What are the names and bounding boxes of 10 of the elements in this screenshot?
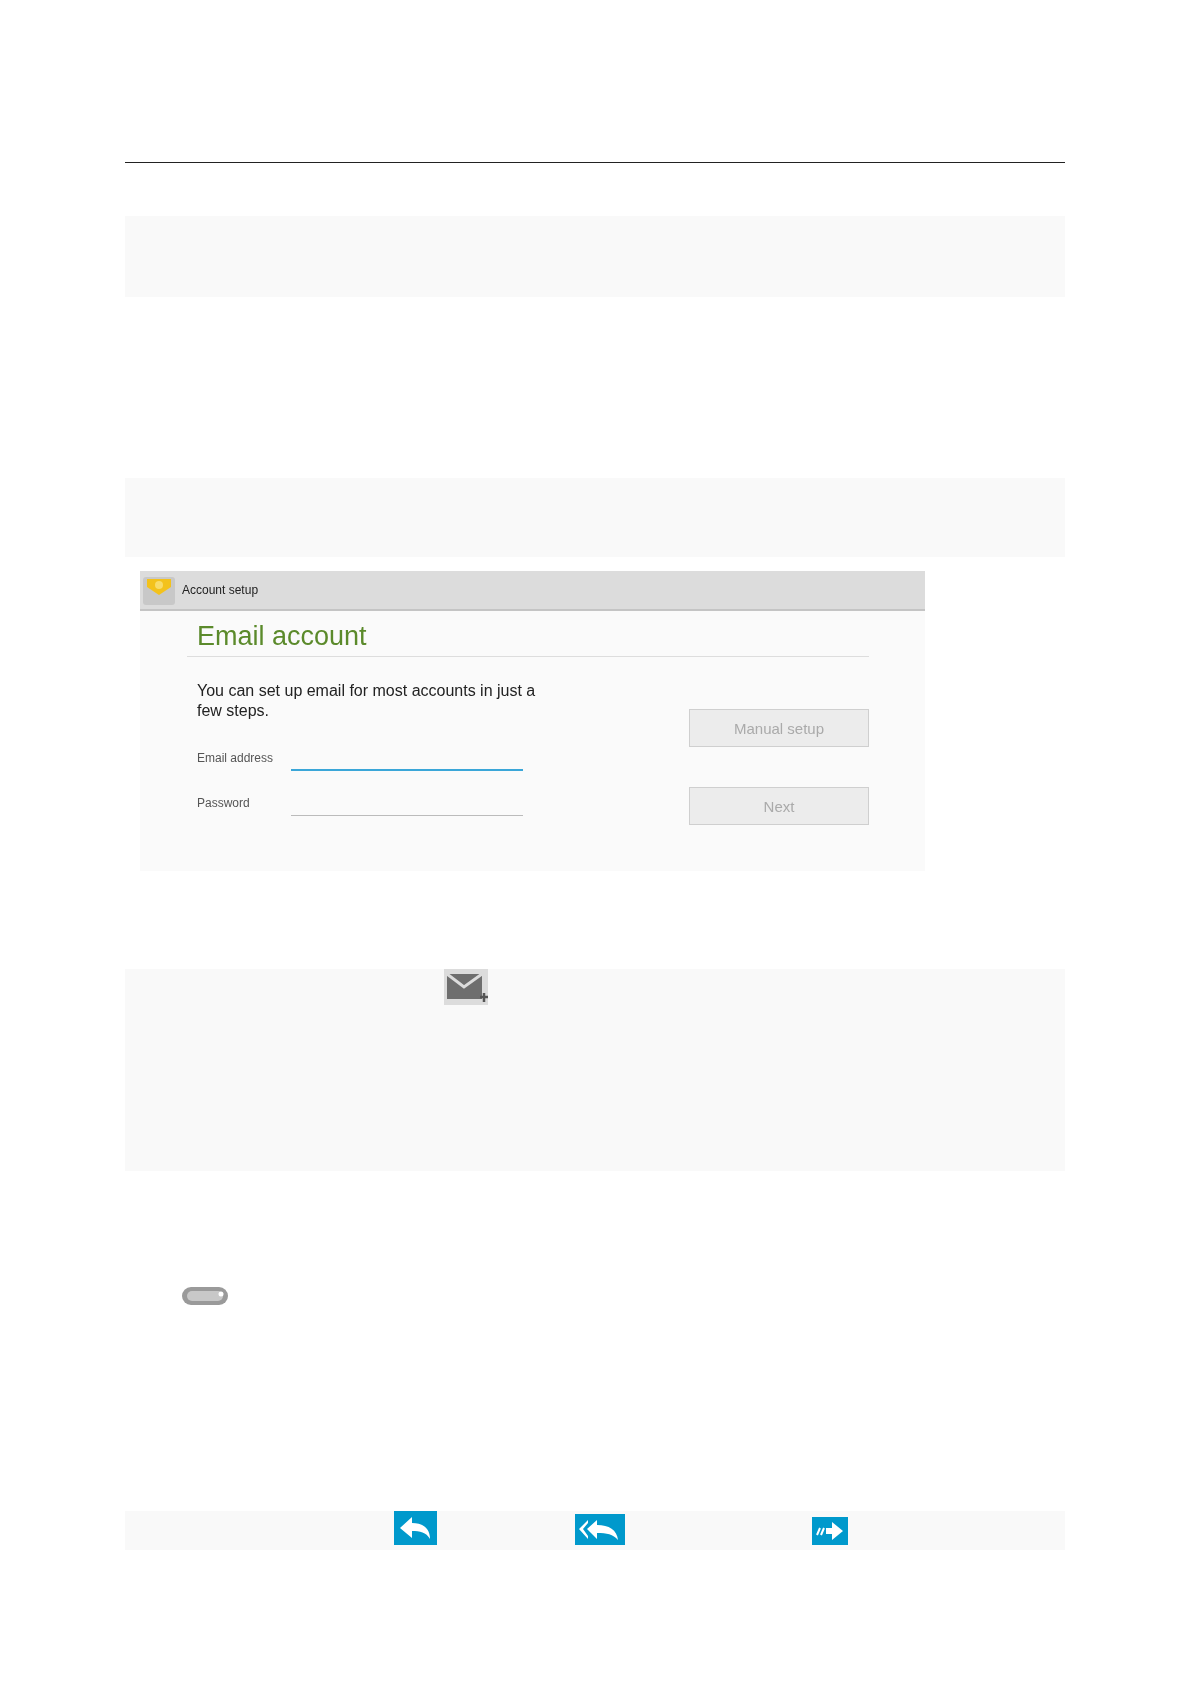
window-title: Account setup bbox=[182, 583, 259, 597]
reply-icon[interactable] bbox=[394, 1511, 437, 1545]
reply-all-icon[interactable] bbox=[575, 1514, 625, 1545]
intro-text: You can set up email for most accounts in just a few steps. bbox=[197, 681, 537, 721]
forward-icon[interactable] bbox=[812, 1517, 848, 1545]
field-label: Email address bbox=[197, 751, 275, 767]
field-label: Password bbox=[197, 796, 251, 812]
mail-add-icon bbox=[444, 969, 488, 1005]
page-heading: Email account bbox=[187, 621, 869, 657]
toggle-icon bbox=[181, 1285, 229, 1307]
